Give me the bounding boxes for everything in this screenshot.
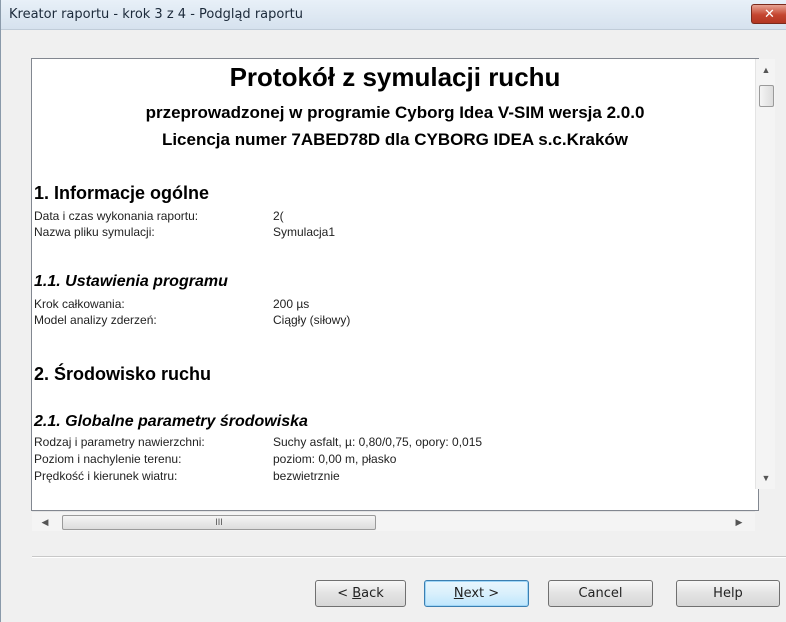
grip-icon: III <box>215 517 223 527</box>
report-preview-frame: Protokół z symulacji ruchu przeprowadzon… <box>31 58 759 511</box>
section-heading-traffic-environment: 2. Środowisko ruchu <box>34 364 212 384</box>
row-value-report-datetime: 2( <box>273 209 284 223</box>
row-label-report-datetime: Data i czas wykonania raportu: <box>34 209 199 223</box>
row-label-simulation-file: Nazwa pliku symulacji: <box>34 225 155 239</box>
next-button[interactable]: Next > <box>424 580 529 607</box>
arrow-down-icon: ▼ <box>761 473 771 483</box>
vertical-scroll-thumb[interactable] <box>759 85 774 107</box>
next-button-mnemonic: N <box>453 586 464 601</box>
row-label-surface: Rodzaj i parametry nawierzchni: <box>34 435 205 449</box>
horizontal-scroll-thumb[interactable]: III <box>62 515 376 530</box>
arrow-right-icon: ▶ <box>735 517 743 527</box>
arrow-left-icon: ◀ <box>41 517 49 527</box>
arrow-up-icon: ▲ <box>761 65 771 75</box>
button-area-separator <box>32 556 786 558</box>
help-button[interactable]: Help <box>676 580 780 607</box>
close-icon: ✕ <box>764 6 775 21</box>
close-button[interactable]: ✕ <box>751 4 786 24</box>
section-heading-global-environment: 2.1. Globalne parametry środowiska <box>34 413 308 430</box>
row-value-wind: bezwietrznie <box>273 469 340 483</box>
help-button-label: Help <box>713 586 743 601</box>
row-label-collision-model: Model analizy zderzeń: <box>34 313 157 327</box>
scroll-right-button[interactable]: ▶ <box>730 512 748 532</box>
row-label-terrain: Poziom i nachylenie terenu: <box>34 452 182 466</box>
back-button-mnemonic: B <box>352 586 362 601</box>
report-title: Protokół z symulacji ruchu <box>229 62 561 92</box>
scroll-left-button[interactable]: ◀ <box>36 512 54 532</box>
cancel-button-label: Cancel <box>578 586 623 601</box>
back-button[interactable]: < Back <box>315 580 406 607</box>
row-value-terrain: poziom: 0,00 m, płasko <box>273 452 397 466</box>
back-button-label: ack <box>361 586 384 601</box>
row-value-surface: Suchy asfalt, µ: 0,80/0,75, opory: 0,015 <box>273 435 483 449</box>
report-preview: Protokół z symulacji ruchu przeprowadzon… <box>32 59 758 490</box>
section-heading-program-settings: 1.1. Ustawienia programu <box>34 273 228 290</box>
cancel-button[interactable]: Cancel <box>548 580 653 607</box>
row-value-simulation-file: Symulacja1 <box>273 225 336 239</box>
report-subtitle-license: Licencja numer 7ABED78D dla CYBORG IDEA … <box>161 130 629 149</box>
row-value-collision-model: Ciągły (siłowy) <box>273 313 351 327</box>
scroll-up-button[interactable]: ▲ <box>756 61 776 79</box>
title-bar[interactable]: Kreator raportu - krok 3 z 4 - Podgląd r… <box>1 0 786 30</box>
next-button-label: ext > <box>463 586 500 601</box>
report-subtitle-program: przeprowadzonej w programie Cyborg Idea … <box>145 103 645 122</box>
row-label-wind: Prędkość i kierunek wiatru: <box>34 469 178 483</box>
horizontal-scrollbar[interactable]: ◀ III ▶ <box>32 511 755 531</box>
back-button-prefix: < <box>337 586 353 601</box>
report-wizard-window: Kreator raportu - krok 3 z 4 - Podgląd r… <box>0 0 786 622</box>
window-title: Kreator raportu - krok 3 z 4 - Podgląd r… <box>9 7 304 22</box>
row-label-integration-step: Krok całkowania: <box>34 297 125 311</box>
vertical-scrollbar[interactable]: ▲ ▼ <box>755 59 775 489</box>
scroll-down-button[interactable]: ▼ <box>756 469 776 487</box>
section-heading-general-info: 1. Informacje ogólne <box>34 183 210 203</box>
row-value-integration-step: 200 µs <box>273 297 310 311</box>
